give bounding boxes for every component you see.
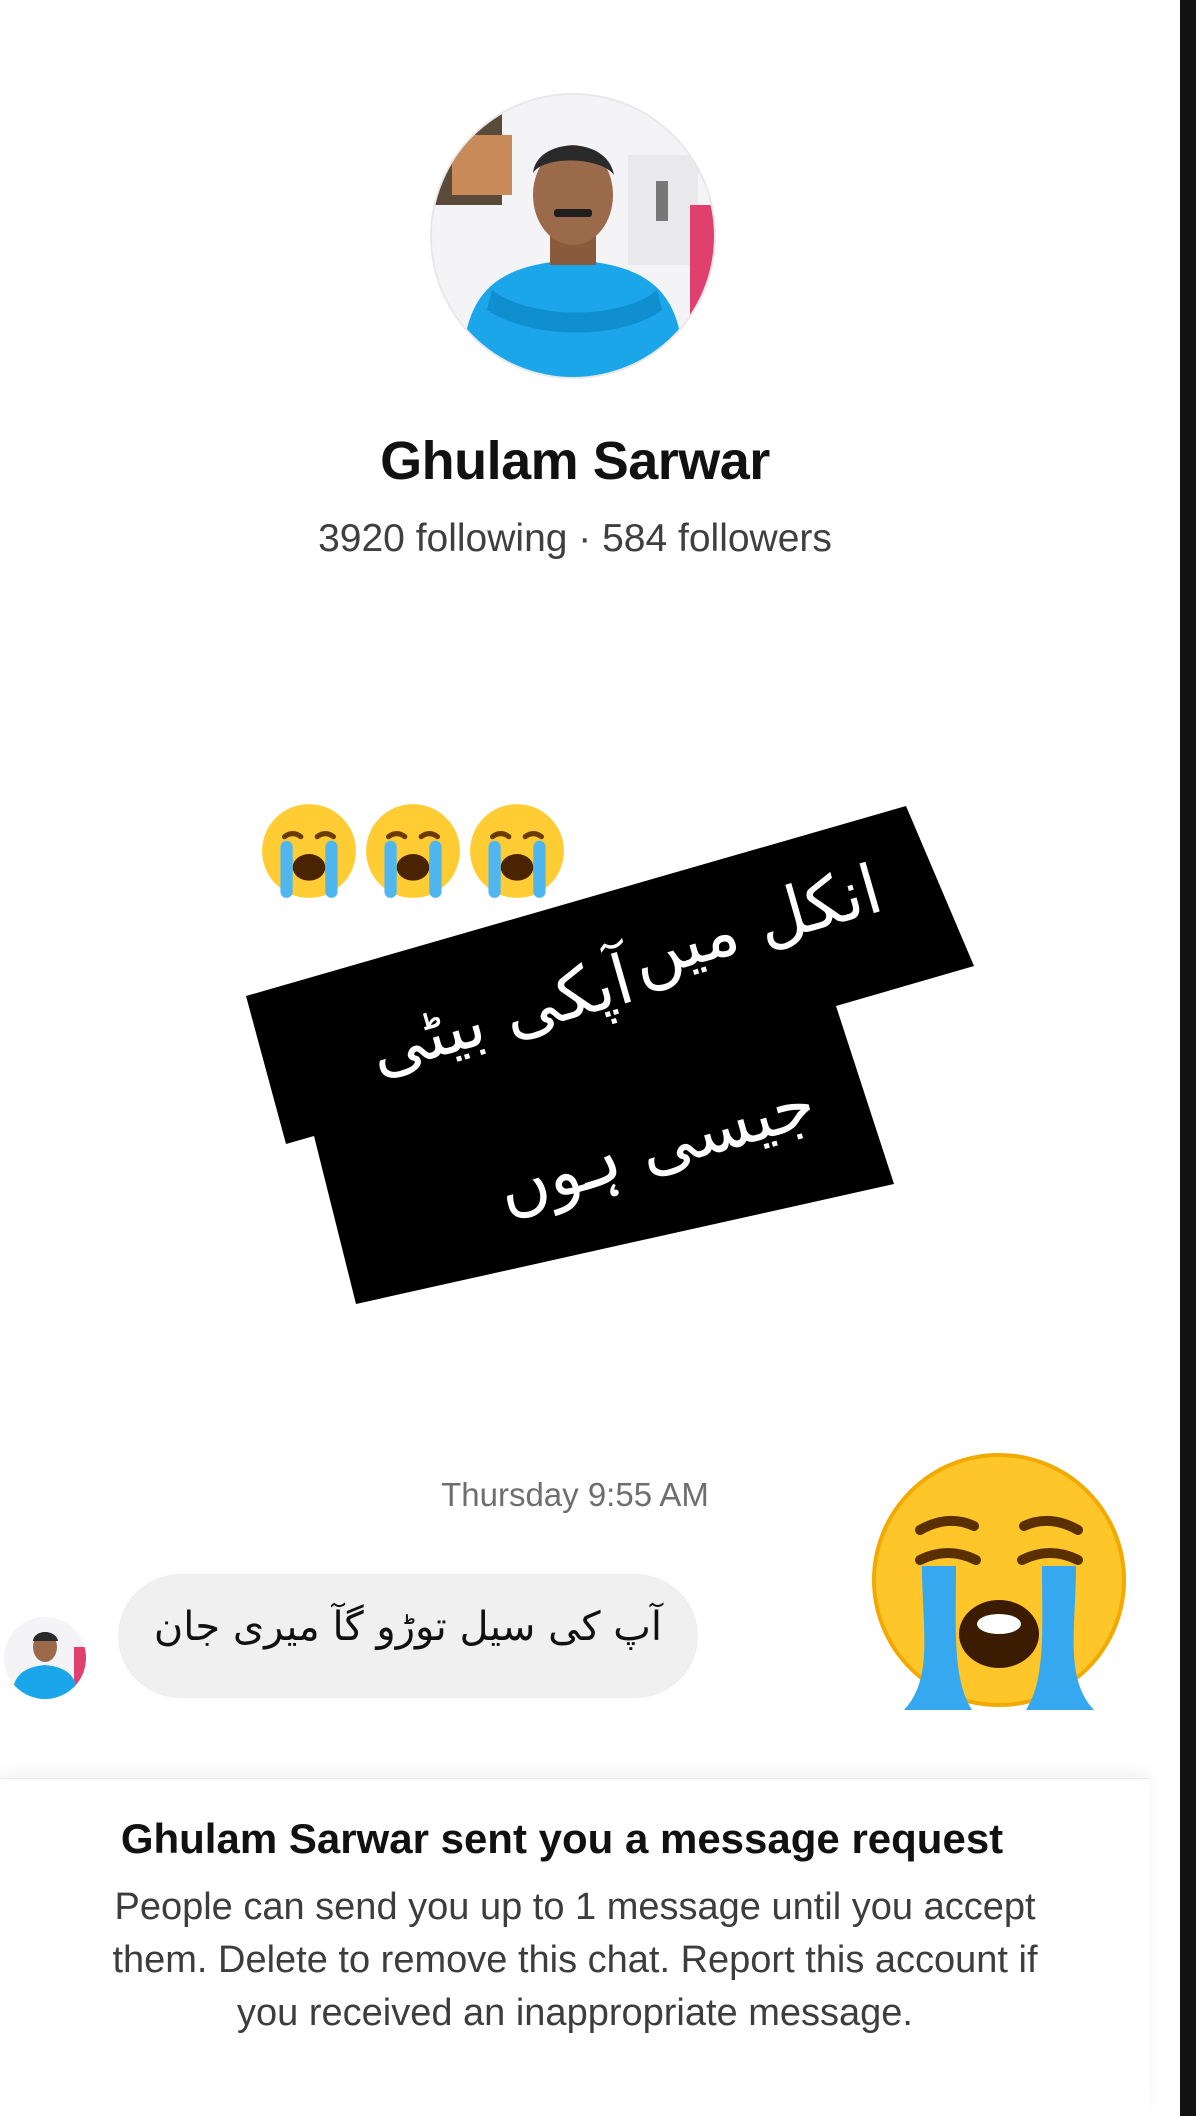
message-text: آپ کی سیل توڑو گآ میری جان: [153, 1604, 662, 1650]
message-request-panel: Ghulam Sarwar sent you a message request…: [0, 1778, 1150, 2117]
request-title: Ghulam Sarwar sent you a message request: [120, 1815, 1004, 1862]
large-crying-face-icon: [864, 1448, 1134, 1718]
profile-name: Ghulam Sarwar: [380, 431, 770, 491]
sender-avatar[interactable]: [4, 1617, 86, 1699]
profile-avatar[interactable]: [432, 95, 714, 377]
request-description: People can send you up to 1 message unti…: [112, 1886, 1038, 2034]
profile-stats: 3920 following · 584 followers: [318, 517, 832, 560]
screen-edge: [1180, 0, 1196, 2116]
text-sticker: انکل میں آپکی بیٹی جیسی ہوں: [246, 806, 974, 1304]
message-bubble[interactable]: آپ کی سیل توڑو گآ میری جان: [118, 1574, 698, 1698]
